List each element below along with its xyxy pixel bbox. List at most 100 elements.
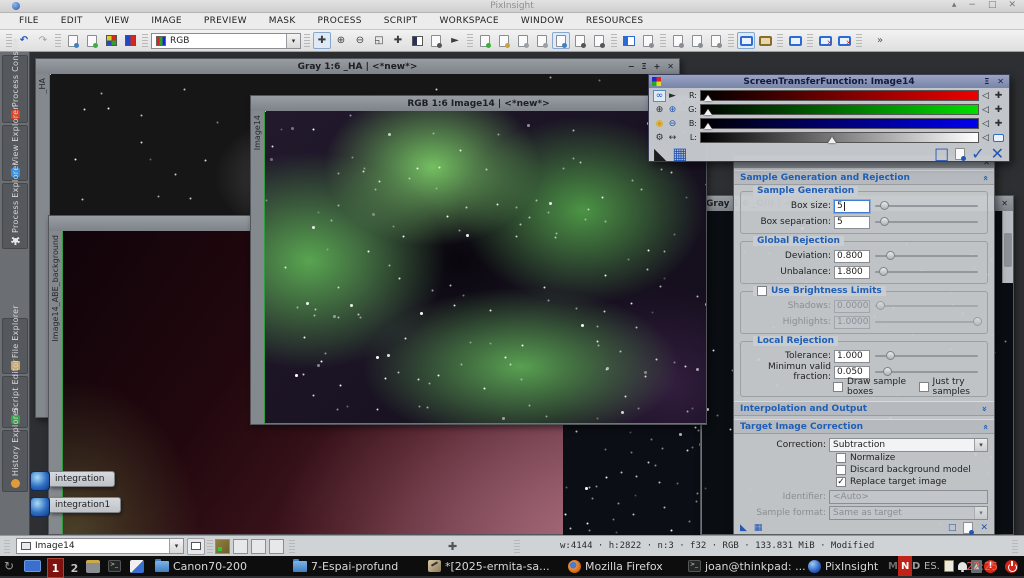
- tolerance-input[interactable]: 1.000: [834, 350, 870, 363]
- box-size-slider[interactable]: [875, 201, 978, 211]
- toolbar-grip[interactable]: [304, 34, 310, 48]
- menu-mask[interactable]: MASK: [258, 14, 307, 28]
- rgb-image-canvas[interactable]: [264, 111, 706, 424]
- apply-icon[interactable]: ◣: [740, 523, 747, 533]
- red-transfer-bar[interactable]: [700, 90, 979, 101]
- just-try-samples-checkbox[interactable]: [919, 382, 929, 392]
- color-management-icon[interactable]: [756, 32, 774, 49]
- pager-icon[interactable]: [24, 556, 41, 576]
- draw-sample-boxes-checkbox[interactable]: [833, 382, 843, 392]
- luminance-transfer-bar[interactable]: [700, 132, 979, 143]
- tray-indicator-n[interactable]: N: [898, 556, 912, 576]
- apply-global-icon[interactable]: ▦: [754, 523, 763, 533]
- toolbar-grip[interactable]: [777, 34, 783, 48]
- toolbar-grip[interactable]: [728, 34, 734, 48]
- app-close-icon[interactable]: ✕: [1008, 0, 1016, 10]
- zoom-out-tool-icon[interactable]: ⊖: [351, 32, 369, 49]
- reset-icon[interactable]: ✕: [991, 144, 1004, 163]
- wrench-settings-icon[interactable]: ⚙: [653, 132, 666, 144]
- view-dropdown-icon[interactable]: ▾: [169, 539, 183, 553]
- compare-views-icon[interactable]: [669, 32, 687, 49]
- display-mode-dropdown-icon[interactable]: ▾: [286, 34, 300, 48]
- deviation-input[interactable]: 0.800: [834, 250, 870, 263]
- workspace-thumbnail-2[interactable]: [233, 539, 248, 554]
- statusbar-grip[interactable]: [514, 540, 520, 553]
- edit-mode-icon[interactable]: ►: [666, 90, 679, 102]
- app-rollup-icon[interactable]: ▴: [952, 0, 957, 10]
- workspace-2-button[interactable]: 2: [66, 558, 83, 578]
- reset-icon[interactable]: ✕: [980, 523, 988, 533]
- iconize-icon[interactable]: −: [628, 62, 635, 71]
- statusbar-grip[interactable]: [1012, 540, 1018, 553]
- stf-enable-icon[interactable]: [737, 32, 755, 49]
- view-edit-icon[interactable]: [495, 32, 513, 49]
- menu-image[interactable]: IMAGE: [140, 14, 193, 28]
- zoom-in-tool-icon[interactable]: ⊕: [332, 32, 350, 49]
- menu-view[interactable]: VIEW: [94, 14, 141, 28]
- use-brightness-limits-checkbox[interactable]: [757, 286, 767, 296]
- menu-edit[interactable]: EDIT: [50, 14, 94, 28]
- radiation-auto-stretch-icon[interactable]: ◉: [653, 118, 666, 130]
- iconized-view-integration1[interactable]: integration1: [30, 496, 121, 518]
- clock[interactable]: 22:25: [966, 556, 998, 576]
- pointer-tool-icon[interactable]: ►: [446, 32, 464, 49]
- deviation-slider[interactable]: [875, 251, 978, 261]
- blink-views-icon[interactable]: [688, 32, 706, 49]
- section-sample-generation-rejection[interactable]: Sample Generation and Rejection «: [734, 170, 994, 185]
- section-interpolation-output[interactable]: Interpolation and Output «: [734, 401, 994, 416]
- toolbar-grip[interactable]: [55, 34, 61, 48]
- unbalance-input[interactable]: 1.800: [834, 266, 870, 279]
- statusbar-grip[interactable]: [4, 540, 10, 553]
- toolbar-grip[interactable]: [611, 34, 617, 48]
- center-image-icon[interactable]: ✚: [389, 32, 407, 49]
- menu-preview[interactable]: PREVIEW: [193, 14, 258, 28]
- menu-process[interactable]: PROCESS: [307, 14, 373, 28]
- box-size-input[interactable]: 5: [834, 200, 870, 213]
- workspace-thumbnail-1[interactable]: [215, 539, 230, 554]
- apply-icon[interactable]: ◣: [654, 144, 666, 163]
- sidebar-item-process-explorer[interactable]: Process Explorer: [2, 183, 28, 249]
- collapse-section-icon[interactable]: «: [980, 175, 990, 181]
- close-view-icon[interactable]: [816, 32, 834, 49]
- box-separation-input[interactable]: 5: [834, 216, 870, 229]
- reset-red-icon[interactable]: ◁: [979, 90, 992, 102]
- toolbar-grip[interactable]: [660, 34, 666, 48]
- taskbar-window-pixinsight[interactable]: PixInsight: [808, 556, 878, 576]
- taskbar-window-canon[interactable]: Canon70-200: [155, 556, 247, 576]
- collapse-section-icon[interactable]: «: [980, 424, 990, 430]
- edit-preview-icon[interactable]: [427, 32, 445, 49]
- dropdown-icon[interactable]: ▾: [974, 439, 987, 451]
- browse-documentation-icon[interactable]: [955, 148, 965, 160]
- expand-section-icon[interactable]: «: [980, 406, 990, 412]
- blue-adjust-icon[interactable]: ✚: [992, 118, 1005, 130]
- launcher-terminal-icon[interactable]: [108, 556, 121, 576]
- reset-luminance-icon[interactable]: ◁: [979, 132, 992, 144]
- tray-indicator-d[interactable]: D: [912, 556, 920, 576]
- replace-target-image-checkbox[interactable]: ✓: [836, 477, 846, 487]
- close-all-views-icon[interactable]: [835, 32, 853, 49]
- normalize-checkbox[interactable]: [836, 453, 846, 463]
- view-history-forward-icon[interactable]: [533, 32, 551, 49]
- power-button-icon[interactable]: [1005, 556, 1018, 576]
- toolbar-grip[interactable]: [467, 34, 473, 48]
- correction-select[interactable]: Subtraction ▾: [829, 438, 988, 452]
- range-icon[interactable]: ↔: [666, 132, 679, 144]
- unbalance-slider[interactable]: [875, 267, 978, 277]
- toolbar-grip[interactable]: [807, 34, 813, 48]
- app-maximize-icon[interactable]: □: [988, 0, 997, 10]
- duplicate-image-icon[interactable]: [83, 32, 101, 49]
- taskbar-window-espai[interactable]: 7-Espai-profund: [293, 556, 398, 576]
- workspace-thumbnail-3[interactable]: [251, 539, 266, 554]
- zoom-fit-icon[interactable]: ◱: [370, 32, 388, 49]
- browse-documentation-icon[interactable]: [963, 522, 973, 534]
- minimum-valid-fraction-slider[interactable]: [875, 367, 978, 377]
- split-screen-icon[interactable]: [620, 32, 638, 49]
- close-icon[interactable]: ✕: [667, 62, 674, 71]
- tray-clipboard-icon[interactable]: [944, 556, 954, 576]
- reset-blue-icon[interactable]: ◁: [979, 118, 992, 130]
- launcher-media-icon[interactable]: [130, 556, 144, 576]
- menu-resources[interactable]: RESOURCES: [575, 14, 655, 28]
- iconize-view-icon[interactable]: [571, 32, 589, 49]
- app-titlebar[interactable]: PixInsight ▴ − □ ✕: [0, 0, 1024, 13]
- reset-green-icon[interactable]: ◁: [979, 104, 992, 116]
